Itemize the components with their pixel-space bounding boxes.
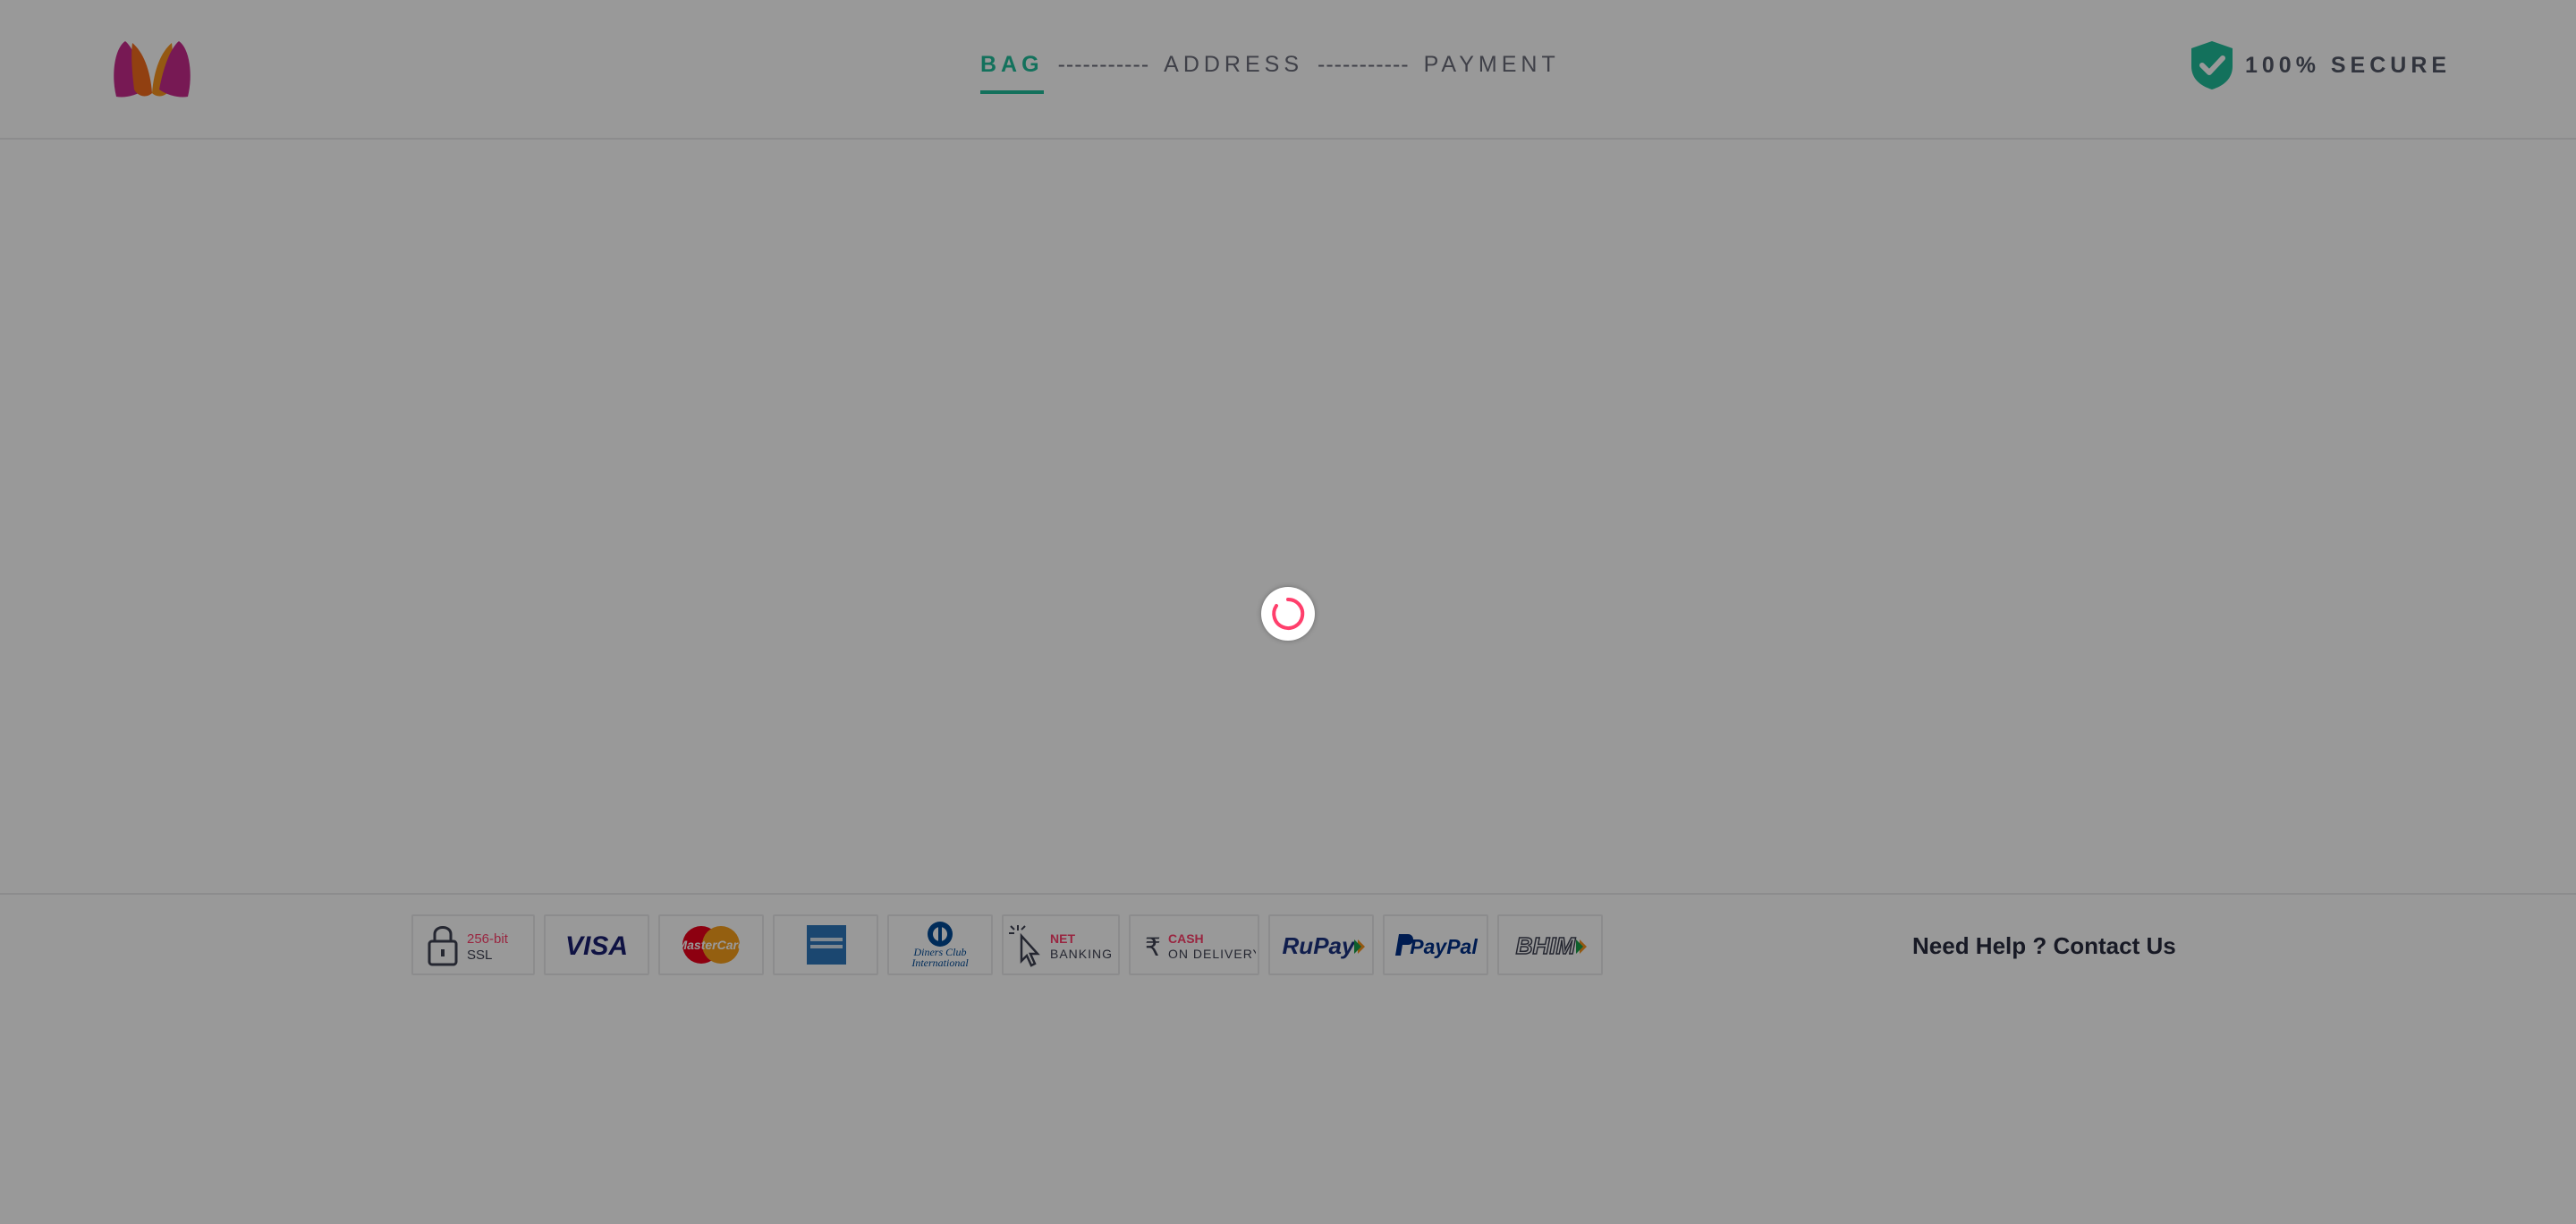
loading-overlay xyxy=(0,0,2576,1224)
checkout-page: BAG ----------- ADDRESS ----------- PAYM… xyxy=(0,0,2576,1224)
spinner xyxy=(1261,587,1315,641)
spinner-icon xyxy=(1272,597,1305,630)
